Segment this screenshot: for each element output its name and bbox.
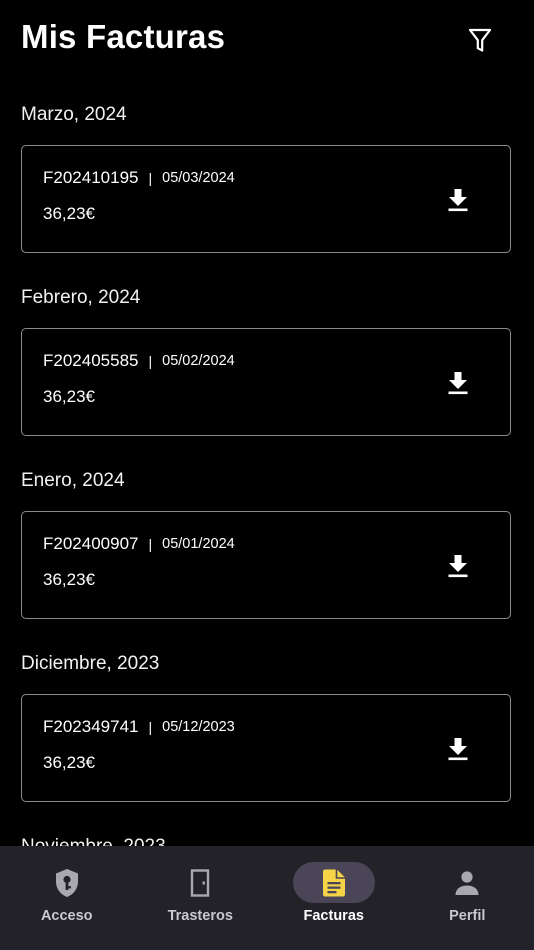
month-label: Enero, 2024 bbox=[21, 470, 125, 491]
document-icon bbox=[322, 869, 345, 896]
door-icon bbox=[191, 868, 210, 897]
invoice-header-line: F202349741 | 05/12/2023 bbox=[43, 717, 235, 737]
nav-pill bbox=[26, 862, 108, 903]
invoice-number: F202400907 bbox=[43, 534, 139, 553]
invoice-amount: 36,23€ bbox=[43, 204, 95, 223]
nav-label: Perfil bbox=[449, 908, 486, 924]
page-title: Mis Facturas bbox=[21, 18, 226, 55]
download-icon bbox=[448, 189, 468, 212]
nav-label: Facturas bbox=[303, 908, 364, 924]
month-section: Febrero, 2024 F202405585 | 05/02/2024 36… bbox=[0, 265, 534, 448]
download-button[interactable] bbox=[442, 184, 474, 216]
invoice-separator: | bbox=[148, 719, 153, 735]
nav-pill bbox=[292, 862, 375, 903]
bottom-navigation: Acceso Trasteros Facturas Perfil bbox=[0, 846, 534, 950]
invoice-date: 05/03/2024 bbox=[162, 170, 235, 186]
download-icon bbox=[448, 555, 468, 578]
invoice-amount: 36,23€ bbox=[43, 570, 95, 589]
invoice-card[interactable]: F202349741 | 05/12/2023 36,23€ bbox=[21, 694, 511, 802]
nav-item-perfil[interactable]: Perfil bbox=[401, 846, 534, 950]
nav-label: Acceso bbox=[40, 908, 93, 924]
invoice-separator: | bbox=[148, 536, 153, 552]
invoice-date: 05/02/2024 bbox=[162, 353, 235, 369]
app-header: Mis Facturas bbox=[0, 0, 534, 82]
month-section: Noviembre, 2023 bbox=[0, 814, 534, 846]
invoice-number: F202349741 bbox=[43, 717, 139, 736]
invoice-header-line: F202410195 | 05/03/2024 bbox=[43, 168, 235, 188]
invoice-header-line: F202405585 | 05/02/2024 bbox=[43, 351, 235, 371]
month-label: Febrero, 2024 bbox=[21, 287, 141, 308]
month-section: Enero, 2024 F202400907 | 05/01/2024 36,2… bbox=[0, 448, 534, 631]
month-section: Marzo, 2024 F202410195 | 05/03/2024 36,2… bbox=[0, 82, 534, 265]
invoice-amount: 36,23€ bbox=[43, 753, 95, 772]
shield-key-icon bbox=[55, 868, 78, 897]
filter-icon bbox=[468, 28, 492, 52]
invoice-card[interactable]: F202405585 | 05/02/2024 36,23€ bbox=[21, 328, 511, 436]
invoice-separator: | bbox=[148, 353, 153, 369]
download-icon bbox=[448, 372, 468, 395]
invoice-card[interactable]: F202410195 | 05/03/2024 36,23€ bbox=[21, 145, 511, 253]
invoice-number: F202410195 bbox=[43, 168, 139, 187]
filter-button[interactable] bbox=[462, 22, 498, 60]
invoice-card[interactable]: F202400907 | 05/01/2024 36,23€ bbox=[21, 511, 511, 619]
invoice-separator: | bbox=[148, 170, 153, 186]
invoice-amount: 36,23€ bbox=[43, 387, 95, 406]
nav-label: Trasteros bbox=[167, 908, 233, 924]
nav-pill bbox=[426, 862, 508, 903]
download-button[interactable] bbox=[442, 367, 474, 399]
person-icon bbox=[455, 870, 479, 895]
download-button[interactable] bbox=[442, 733, 474, 765]
month-label: Noviembre, 2023 bbox=[21, 836, 166, 846]
nav-pill bbox=[159, 862, 241, 903]
month-label: Diciembre, 2023 bbox=[21, 653, 160, 674]
nav-item-facturas[interactable]: Facturas bbox=[267, 846, 401, 950]
nav-item-acceso[interactable]: Acceso bbox=[0, 846, 134, 950]
invoice-header-line: F202400907 | 05/01/2024 bbox=[43, 534, 235, 554]
invoice-number: F202405585 bbox=[43, 351, 139, 370]
nav-item-trasteros[interactable]: Trasteros bbox=[134, 846, 268, 950]
month-label: Marzo, 2024 bbox=[21, 104, 127, 125]
invoice-date: 05/12/2023 bbox=[162, 719, 235, 735]
download-icon bbox=[448, 738, 468, 761]
invoice-list[interactable]: Marzo, 2024 F202410195 | 05/03/2024 36,2… bbox=[0, 82, 534, 846]
invoice-date: 05/01/2024 bbox=[162, 536, 235, 552]
download-button[interactable] bbox=[442, 550, 474, 582]
month-section: Diciembre, 2023 F202349741 | 05/12/2023 … bbox=[0, 631, 534, 814]
